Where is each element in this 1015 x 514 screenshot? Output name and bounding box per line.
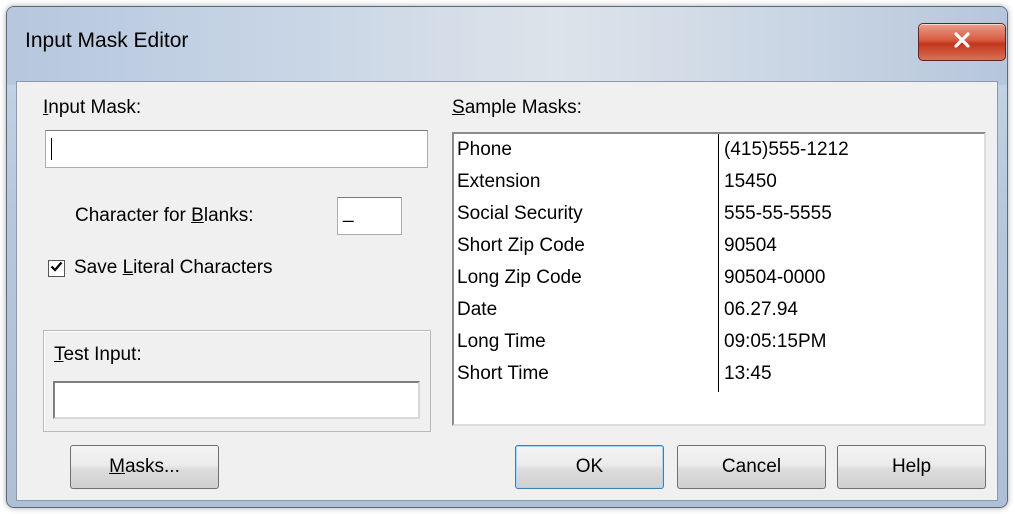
cancel-button[interactable]: Cancel — [677, 445, 826, 489]
masks-button[interactable]: Masks... — [70, 445, 219, 489]
mask-name: Long Time — [457, 331, 546, 352]
mask-name: Short Time — [457, 363, 549, 384]
mask-name: Date — [457, 299, 498, 320]
test-input-group: Test Input: — [43, 330, 431, 432]
sample-masks-label: Sample Masks: — [452, 97, 582, 118]
text-caret — [51, 138, 52, 160]
window-title: Input Mask Editor — [25, 29, 189, 52]
mask-sample: 06.27.94 — [724, 299, 798, 320]
mask-sample: 15450 — [724, 171, 777, 192]
list-item[interactable]: Short Zip Code 90504 — [454, 230, 984, 262]
close-button[interactable] — [918, 23, 1006, 61]
list-item[interactable]: Long Zip Code 90504-0000 — [454, 262, 984, 294]
mask-name: Long Zip Code — [457, 267, 582, 288]
sample-masks-list[interactable]: Phone (415)555-1212 Extension 15450 Soci… — [452, 132, 986, 426]
mask-sample: 555-55-5555 — [724, 203, 832, 224]
mask-sample: 90504-0000 — [724, 267, 826, 288]
list-item[interactable]: Short Time 13:45 — [454, 358, 984, 390]
blank-character-value: _ — [343, 202, 354, 223]
ok-button[interactable]: OK — [515, 445, 664, 489]
save-literal-checkbox[interactable] — [48, 260, 65, 277]
mask-sample: (415)555-1212 — [724, 139, 849, 160]
mask-name: Short Zip Code — [457, 235, 585, 256]
mask-name: Social Security — [457, 203, 583, 224]
character-for-blanks-label: Character for Blanks: — [75, 205, 254, 226]
mask-sample: 13:45 — [724, 363, 772, 384]
input-mask-label: Input Mask: — [43, 97, 142, 118]
list-item[interactable]: Social Security 555-55-5555 — [454, 198, 984, 230]
mask-sample: 09:05:15PM — [724, 331, 827, 352]
test-input-field[interactable] — [53, 381, 420, 419]
mask-name: Phone — [457, 139, 512, 160]
list-item[interactable]: Phone (415)555-1212 — [454, 134, 984, 166]
list-item[interactable]: Long Time 09:05:15PM — [454, 326, 984, 358]
list-item[interactable]: Extension 15450 — [454, 166, 984, 198]
mask-sample: 90504 — [724, 235, 777, 256]
save-literal-label[interactable]: Save Literal Characters — [74, 257, 273, 279]
close-icon — [953, 31, 971, 53]
dialog-client-area: Input Mask: Character for Blanks: _ Save… — [16, 81, 998, 501]
test-input-label: Test Input: — [54, 344, 142, 365]
list-item[interactable]: Date 06.27.94 — [454, 294, 984, 326]
title-bar[interactable]: Input Mask Editor — [7, 7, 1007, 85]
mask-name: Extension — [457, 171, 541, 192]
input-mask-field[interactable] — [45, 130, 428, 168]
checkmark-icon — [50, 260, 63, 278]
help-button[interactable]: Help — [837, 445, 986, 489]
blank-character-field[interactable]: _ — [337, 197, 402, 235]
dialog-window: Input Mask Editor Input Mask: Character … — [6, 6, 1008, 508]
